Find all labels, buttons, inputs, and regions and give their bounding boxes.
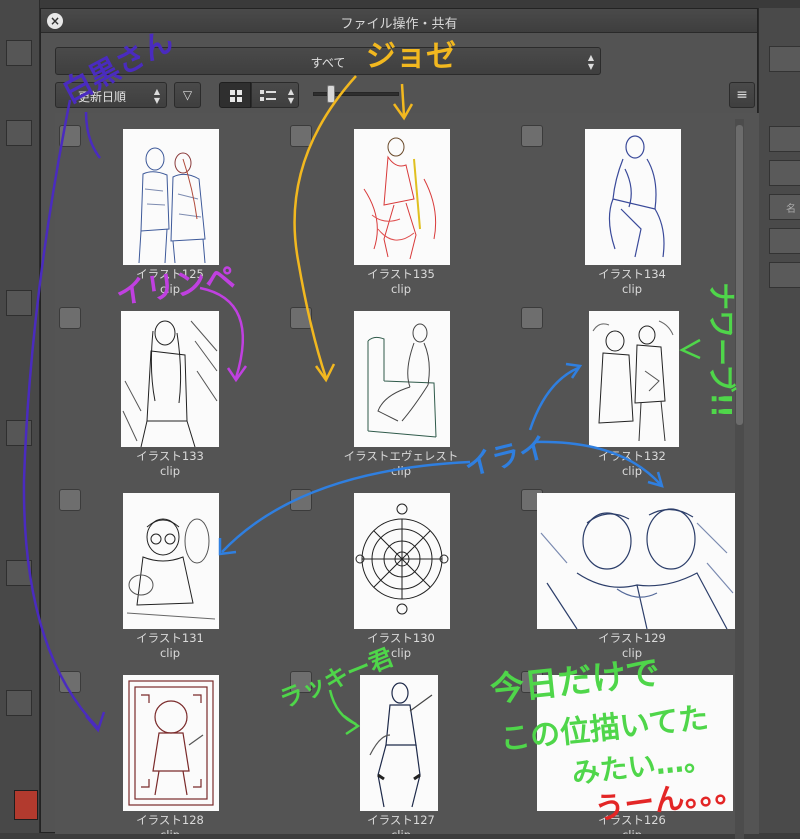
side-name-field[interactable]: 名 [769, 194, 800, 220]
sketch-figure-in-chair [367, 323, 437, 438]
file-extension: clip [286, 828, 516, 834]
filter-dropdown[interactable]: すべて ▲ ▼ [55, 47, 601, 75]
sketch-long-hair-figure [122, 320, 218, 447]
file-item[interactable]: イラストエヴェレスト clip [286, 303, 516, 485]
sketch-chibi-maroon [128, 680, 214, 806]
sketch-standing-figure [369, 682, 433, 808]
dialog-titlebar: × ファイル操作・共有 [41, 9, 757, 33]
list-view-dropdown[interactable]: ▲ ▼ [251, 82, 299, 108]
file-item[interactable]: イラスト125 clip [55, 121, 285, 303]
sketch-mandala [355, 503, 449, 615]
file-grid: イラスト125 clip イラスト135 clip イラスト134 clip イ… [55, 113, 759, 834]
tool-slot[interactable] [6, 690, 32, 716]
scrollbar-thumb[interactable] [736, 125, 743, 425]
file-name: イラスト131 [136, 631, 204, 645]
tool-slot[interactable] [6, 290, 32, 316]
sketch-red-figure [363, 137, 437, 260]
tool-slot[interactable] [6, 560, 32, 586]
file-name: イラスト126 [598, 813, 666, 827]
side-button[interactable] [769, 262, 800, 288]
file-item[interactable]: イラスト129 clip [517, 485, 747, 667]
thumbnail [123, 493, 219, 629]
side-button[interactable] [769, 46, 800, 72]
updown-arrows-icon: ▲ ▼ [153, 87, 160, 105]
grid-icon [230, 90, 242, 102]
thumbnail-size-slider[interactable] [313, 92, 399, 96]
list-icon [260, 90, 276, 101]
thumbnail [123, 675, 219, 811]
thumbnail [121, 311, 219, 447]
file-extension: clip [55, 828, 285, 834]
sort-order-dropdown[interactable]: 更新日順 ▲ ▼ [55, 82, 167, 108]
app-left-toolbar [0, 0, 40, 833]
sketch-two-figures-bw [592, 320, 674, 442]
sort-direction-button[interactable]: ▽ [174, 82, 201, 108]
filter-value: すべて [310, 56, 346, 70]
app-top-bar [40, 0, 800, 8]
updown-arrows-icon: ▲ ▼ [587, 53, 594, 71]
updown-arrows-icon: ▲ ▼ [287, 87, 294, 105]
file-item[interactable]: イラスト127 clip [286, 667, 516, 834]
thumbnail [537, 493, 735, 629]
file-item[interactable]: イラスト132 clip [517, 303, 747, 485]
tool-slot[interactable] [6, 120, 32, 146]
sketch-two-figures [138, 147, 206, 264]
app-right-panel: 名 [758, 8, 800, 833]
thumbnail [589, 311, 679, 447]
file-extension: clip [390, 282, 411, 296]
sort-value: 更新日順 [78, 90, 127, 104]
thumbnail [360, 675, 438, 811]
sketch-two-faces [540, 508, 734, 629]
side-button[interactable] [769, 228, 800, 254]
file-item[interactable]: イラスト130 clip [286, 485, 516, 667]
file-name: イラスト130 [367, 631, 435, 645]
thumbnail [354, 493, 450, 629]
file-extension: clip [621, 464, 642, 478]
file-name: イラスト128 [136, 813, 204, 827]
file-name: イラスト135 [367, 267, 435, 281]
thumbnail [537, 675, 733, 811]
file-name: イラストエヴェレスト [343, 449, 459, 463]
dialog-title: ファイル操作・共有 [340, 17, 458, 32]
slider-handle[interactable] [327, 85, 335, 103]
file-item[interactable]: イラスト133 clip [55, 303, 285, 485]
file-name: イラスト125 [136, 267, 204, 281]
file-management-dialog: × ファイル操作・共有 すべて ▲ ▼ 更新日順 ▲ ▼ ▽ ▲ ▼ ≡ イラス… [40, 8, 759, 839]
thumbnail [585, 129, 681, 265]
tool-slot[interactable] [6, 40, 32, 66]
file-item[interactable]: イラスト128 clip [55, 667, 285, 834]
file-extension: clip [390, 464, 411, 478]
sketch-glasses-boy [126, 518, 216, 620]
file-name: イラスト129 [598, 631, 666, 645]
side-button[interactable] [769, 160, 800, 186]
gallery-scrollbar[interactable] [735, 119, 744, 839]
menu-icon[interactable]: ≡ [729, 82, 755, 108]
file-extension: clip [159, 646, 180, 660]
file-extension: clip [390, 646, 411, 660]
thumbnail [354, 311, 450, 447]
tool-slot[interactable] [6, 420, 32, 446]
thumbnail [354, 129, 450, 265]
side-button[interactable] [769, 126, 800, 152]
color-swatch[interactable] [14, 790, 38, 820]
grid-view-button[interactable] [219, 82, 251, 108]
file-item[interactable]: イラスト134 clip [517, 121, 747, 303]
file-extension: clip [621, 646, 642, 660]
file-extension: clip [621, 282, 642, 296]
file-item[interactable]: イラスト131 clip [55, 485, 285, 667]
file-extension: clip [159, 464, 180, 478]
file-item[interactable]: イラスト126 clip [517, 667, 747, 834]
sketch-sitting-figure [608, 135, 665, 258]
file-name: イラスト127 [367, 813, 435, 827]
file-name: イラスト132 [598, 449, 666, 463]
file-name: イラスト133 [136, 449, 204, 463]
file-extension: clip [517, 828, 747, 834]
file-extension: clip [159, 282, 180, 296]
thumbnail [123, 129, 219, 265]
file-name: イラスト134 [598, 267, 666, 281]
file-item[interactable]: イラスト135 clip [286, 121, 516, 303]
